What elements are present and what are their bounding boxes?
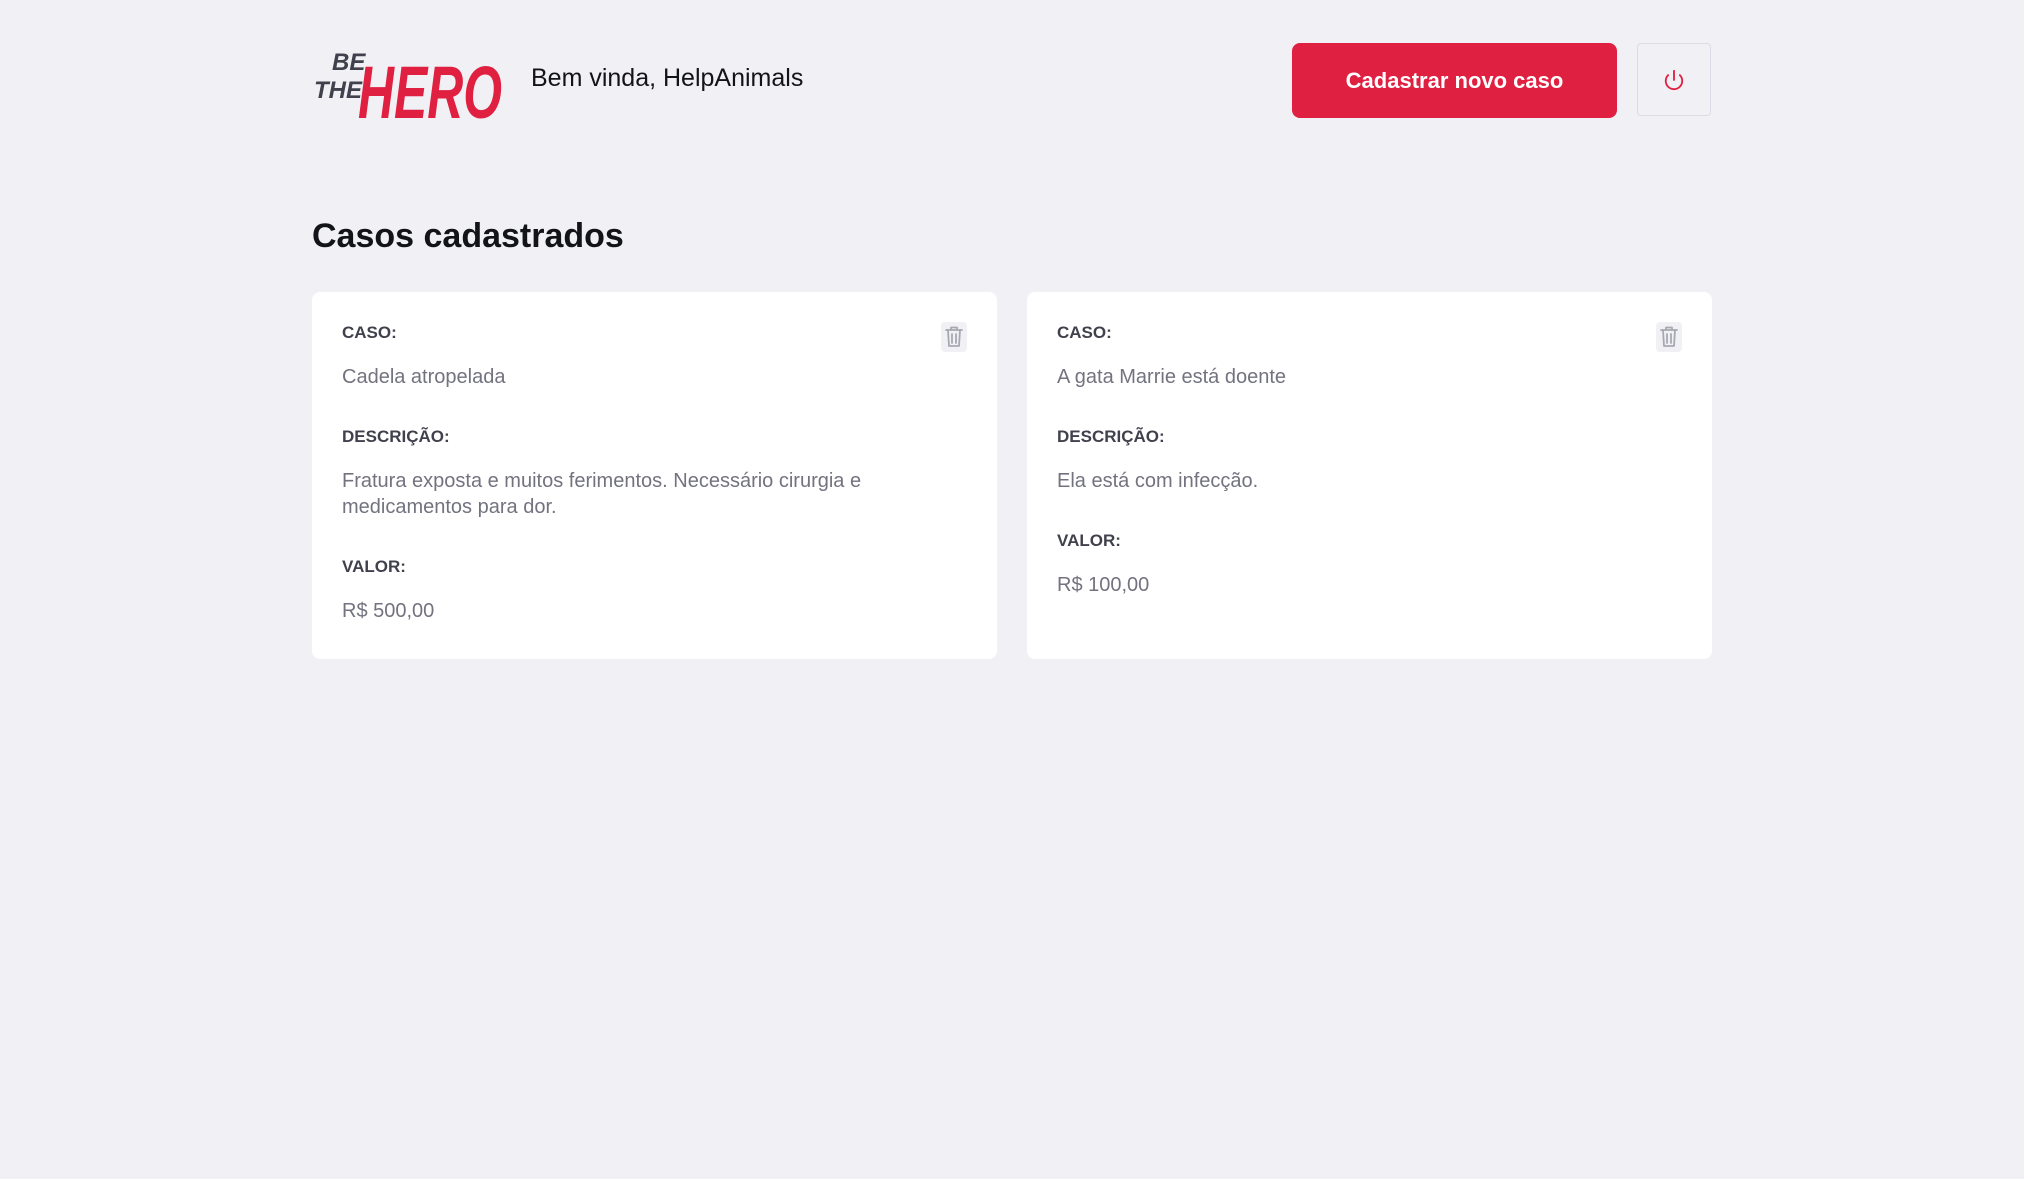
case-description-block: DESCRIÇÃO: Ela está com infecção. xyxy=(1057,426,1682,494)
delete-case-button[interactable] xyxy=(1656,322,1682,352)
case-value-block: VALOR: R$ 500,00 xyxy=(342,556,967,624)
description-value: Ela está com infecção. xyxy=(1057,470,1259,492)
case-value: Cadela atropelada xyxy=(342,366,506,388)
description-value: Fratura exposta e muitos ferimentos. Nec… xyxy=(342,470,862,518)
power-icon xyxy=(1664,69,1684,90)
case-description-block: DESCRIÇÃO: Fratura exposta e muitos feri… xyxy=(342,426,967,520)
case-value-block: VALOR: R$ 100,00 xyxy=(1057,530,1682,598)
delete-case-button[interactable] xyxy=(941,322,967,352)
trash-icon xyxy=(941,322,967,352)
logout-button[interactable] xyxy=(1637,43,1711,116)
description-label: DESCRIÇÃO: xyxy=(342,427,450,446)
case-card: CASO: A gata Marrie está doente DESCRIÇÃ… xyxy=(1027,292,1712,659)
svg-text:HERO: HERO xyxy=(358,51,502,120)
case-title-block: CASO: Cadela atropelada xyxy=(342,322,967,390)
value-amount: R$ 500,00 xyxy=(342,600,435,622)
page-title: Casos cadastrados xyxy=(312,217,624,255)
case-title-block: CASO: A gata Marrie está doente xyxy=(1057,322,1682,390)
case-label: CASO: xyxy=(342,323,397,342)
value-label: VALOR: xyxy=(342,557,406,576)
case-card: CASO: Cadela atropelada DESCRIÇÃO: Fratu… xyxy=(312,292,997,659)
be-the-hero-logo: BE THE HERO xyxy=(314,49,502,120)
welcome-greeting: Bem vinda, HelpAnimals xyxy=(531,64,804,92)
value-label: VALOR: xyxy=(1057,531,1121,550)
value-amount: R$ 100,00 xyxy=(1057,574,1150,596)
case-value: A gata Marrie está doente xyxy=(1057,366,1287,388)
new-case-button[interactable]: Cadastrar novo caso xyxy=(1292,43,1617,118)
header: BE THE HERO Bem vinda, HelpAnimals Cadas… xyxy=(312,40,1713,120)
description-label: DESCRIÇÃO: xyxy=(1057,427,1165,446)
page: BE THE HERO Bem vinda, HelpAnimals Cadas… xyxy=(0,0,2024,1179)
case-label: CASO: xyxy=(1057,323,1112,342)
trash-icon xyxy=(1656,322,1682,352)
svg-text:THE: THE xyxy=(314,77,363,104)
